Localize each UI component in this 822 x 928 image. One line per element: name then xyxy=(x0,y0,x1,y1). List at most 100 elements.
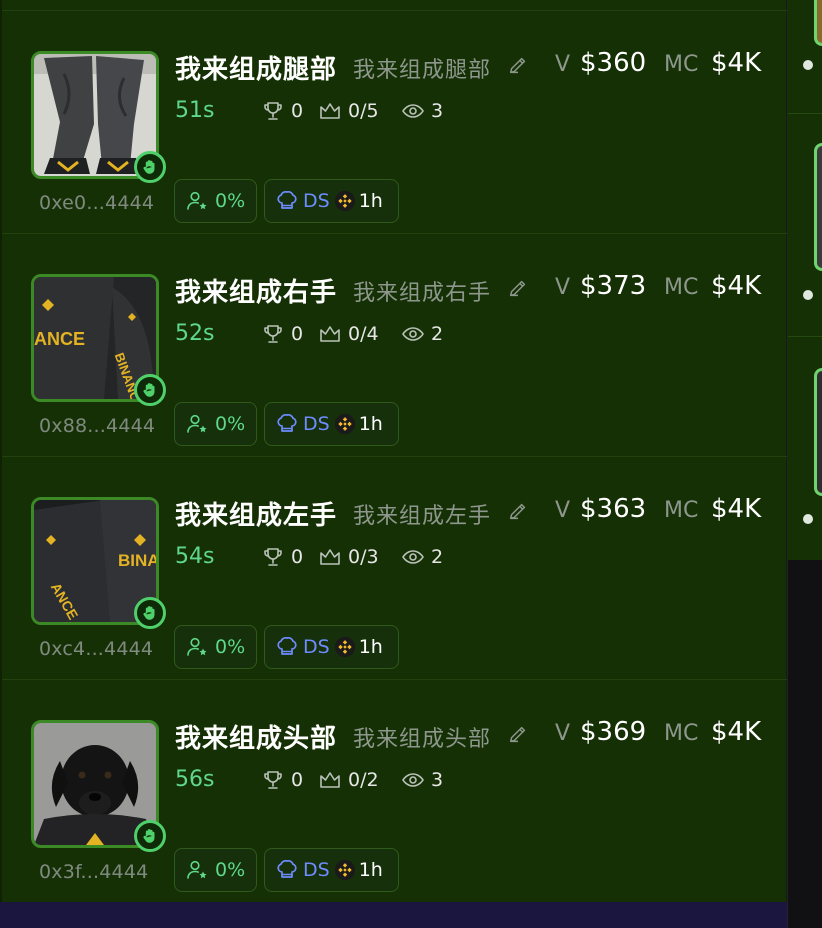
volume-value: $373 xyxy=(580,271,647,301)
volume-label: V xyxy=(555,275,571,300)
market-cap-label: MC xyxy=(664,52,699,77)
token-avatar[interactable]: ANCE BINANCE xyxy=(31,274,166,406)
dev-sold-label: DS xyxy=(303,413,330,435)
dev-sold-time: 1h xyxy=(358,413,383,435)
contract-address[interactable]: 0xc4...4444 xyxy=(39,638,159,660)
volume-label: V xyxy=(555,721,571,746)
token-feed-screen: 0xe0...4444 我来组成腿部 我来组成腿部 V $360 MC $4K … xyxy=(0,0,822,928)
pencil-icon[interactable] xyxy=(507,54,529,76)
token-row[interactable]: ANCE BINANCE 0x88...4444 我来组成右手 我来组成右手 V … xyxy=(2,234,787,457)
user-star-icon xyxy=(187,414,207,433)
token-row[interactable]: 0x3f...4444 我来组成头部 我来组成头部 V $369 MC $4K … xyxy=(2,680,787,903)
token-ticker: 我来组成腿部 xyxy=(353,58,492,83)
token-name[interactable]: 我来组成右手 xyxy=(175,272,337,309)
holders-chip[interactable]: 0% xyxy=(174,402,257,446)
market-cap-label: MC xyxy=(664,721,699,746)
hand-icon xyxy=(134,151,166,183)
crown-icon xyxy=(320,772,340,788)
trophy-count: 0 xyxy=(291,323,304,345)
holders-percent: 0% xyxy=(215,190,246,212)
eye-icon xyxy=(402,773,424,787)
hand-icon xyxy=(134,374,166,406)
dev-sold-chip[interactable]: DS 1h xyxy=(264,848,399,892)
bnb-icon xyxy=(334,190,355,212)
adjacent-token-thumbnail[interactable] xyxy=(814,368,822,496)
holders-percent: 0% xyxy=(215,413,246,435)
volume-value: $360 xyxy=(580,48,647,78)
pencil-icon[interactable] xyxy=(507,277,529,299)
contract-address[interactable]: 0x88...4444 xyxy=(39,415,159,437)
adjacent-token-badge xyxy=(803,290,813,300)
crown-icon xyxy=(320,326,340,342)
contract-address[interactable]: 0xe0...4444 xyxy=(39,192,159,214)
bnb-icon xyxy=(334,413,355,435)
user-star-icon xyxy=(187,860,207,879)
volume-label: V xyxy=(555,498,571,523)
dev-sold-chip[interactable]: DS 1h xyxy=(264,625,399,669)
dev-sold-label: DS xyxy=(303,190,330,212)
market-cap-label: MC xyxy=(664,275,699,300)
token-row[interactable]: BINA ANCE 0xc4...4444 我来组成左手 我来组成左手 V $36… xyxy=(2,457,787,680)
token-avatar[interactable]: BINA ANCE xyxy=(31,497,166,629)
token-row[interactable]: 0xe0...4444 我来组成腿部 我来组成腿部 V $360 MC $4K … xyxy=(2,11,787,234)
views-stat: 2 xyxy=(401,545,443,569)
token-name[interactable]: 我来组成左手 xyxy=(175,495,337,532)
adjacent-column-edge xyxy=(787,0,822,928)
trophy-count: 0 xyxy=(291,769,304,791)
holders-chip[interactable]: 0% xyxy=(174,625,257,669)
views-count: 2 xyxy=(431,546,444,568)
contract-address[interactable]: 0x3f...4444 xyxy=(39,861,159,883)
chef-hat-icon xyxy=(277,859,297,878)
views-count: 3 xyxy=(431,100,444,122)
holders-percent: 0% xyxy=(215,859,246,881)
crown-stat: 0/4 xyxy=(318,322,379,346)
user-star-icon xyxy=(187,637,207,656)
views-stat: 3 xyxy=(401,99,443,123)
token-avatar[interactable] xyxy=(31,720,166,852)
token-ticker: 我来组成右手 xyxy=(353,281,492,306)
adjacent-token-thumbnail[interactable] xyxy=(814,143,822,271)
token-name[interactable]: 我来组成头部 xyxy=(175,718,337,755)
holders-chip[interactable]: 0% xyxy=(174,179,257,223)
adjacent-column-panel xyxy=(788,0,822,560)
views-count: 2 xyxy=(431,323,444,345)
dev-sold-chip[interactable]: DS 1h xyxy=(264,179,399,223)
token-age: 56s xyxy=(175,767,215,792)
dev-sold-time: 1h xyxy=(358,859,383,881)
holders-chip[interactable]: 0% xyxy=(174,848,257,892)
crown-count: 0/2 xyxy=(348,769,379,791)
dev-sold-chip[interactable]: DS 1h xyxy=(264,402,399,446)
dev-sold-label: DS xyxy=(303,636,330,658)
pencil-icon[interactable] xyxy=(507,723,529,745)
token-name[interactable]: 我来组成腿部 xyxy=(175,49,337,86)
bottom-bar xyxy=(0,902,787,928)
crown-icon xyxy=(320,549,340,565)
bnb-icon xyxy=(334,636,355,658)
user-star-icon xyxy=(187,191,207,210)
market-cap-value: $4K xyxy=(711,271,762,301)
market-cap-value: $4K xyxy=(711,494,762,524)
dev-sold-time: 1h xyxy=(358,190,383,212)
market-cap-label: MC xyxy=(664,498,699,523)
dev-sold-label: DS xyxy=(303,859,330,881)
volume-value: $363 xyxy=(580,494,647,524)
adjacent-token-badge xyxy=(803,514,813,524)
trophy-icon xyxy=(264,102,282,120)
token-ticker: 我来组成左手 xyxy=(353,504,492,529)
pencil-icon[interactable] xyxy=(507,500,529,522)
chef-hat-icon xyxy=(277,636,297,655)
trophy-count: 0 xyxy=(291,100,304,122)
market-cap-value: $4K xyxy=(711,717,762,747)
token-avatar[interactable] xyxy=(31,51,166,183)
crown-stat: 0/5 xyxy=(318,99,379,123)
trophy-count: 0 xyxy=(291,546,304,568)
crown-stat: 0/3 xyxy=(318,545,379,569)
adjacent-token-thumbnail[interactable] xyxy=(814,0,822,46)
trophy-stat: 0 xyxy=(261,768,303,792)
token-age: 52s xyxy=(175,321,215,346)
adjacent-token-badge xyxy=(803,60,813,70)
token-list-panel: 0xe0...4444 我来组成腿部 我来组成腿部 V $360 MC $4K … xyxy=(0,0,787,903)
hand-icon xyxy=(134,597,166,629)
crown-count: 0/5 xyxy=(348,100,379,122)
chef-hat-icon xyxy=(277,190,297,209)
